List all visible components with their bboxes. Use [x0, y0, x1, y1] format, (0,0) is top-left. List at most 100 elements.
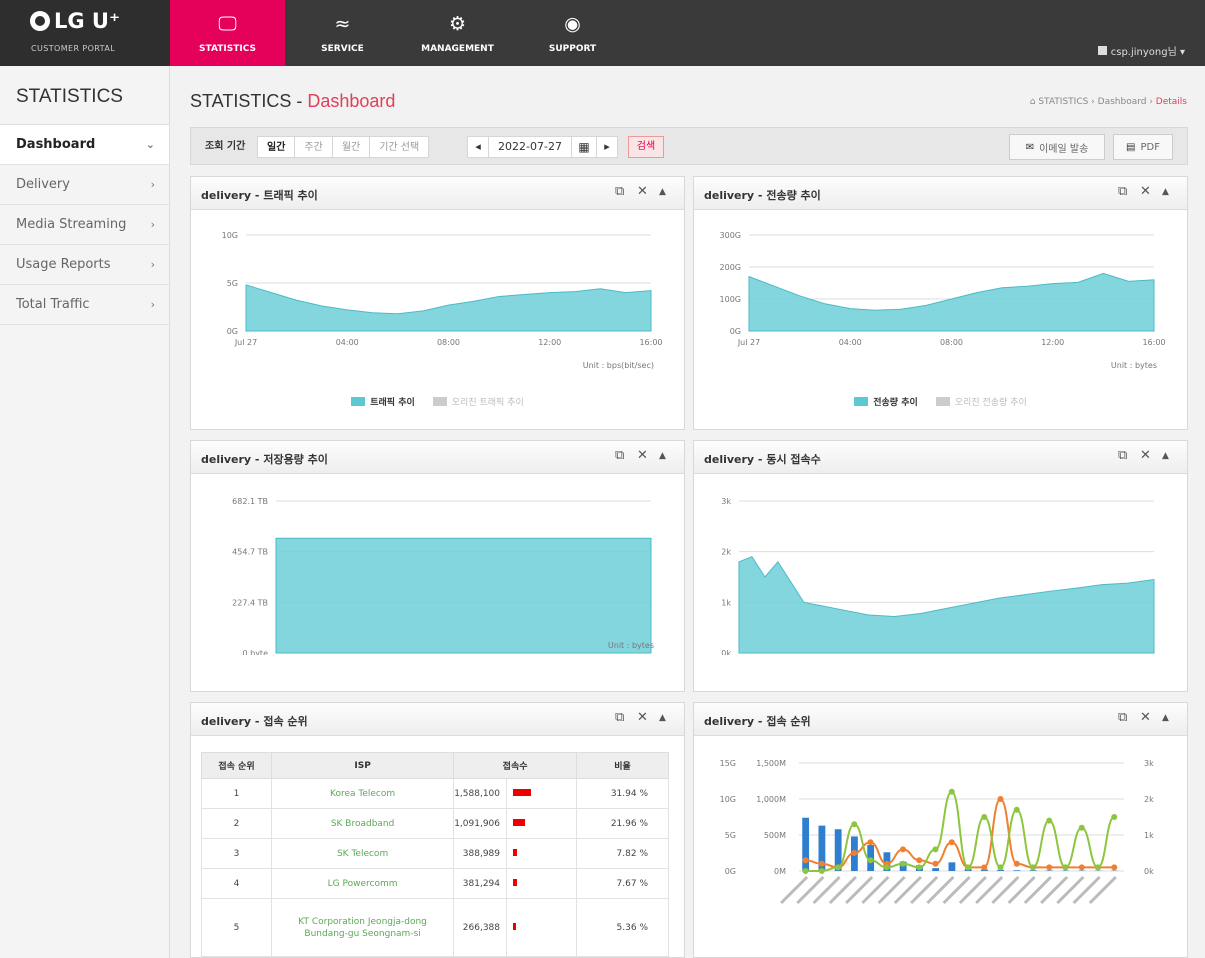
- search-bar: 조회 기간 일간 주간 월간 기간 선택 ◂ 2022-07-27 ▦ ▸ 검색…: [190, 127, 1188, 165]
- close-icon[interactable]: ✕: [637, 184, 648, 199]
- panel-title: delivery - 트래픽 추이: [201, 189, 318, 202]
- green-series-point: [867, 857, 874, 864]
- popout-icon[interactable]: ⧉: [615, 710, 624, 725]
- rank-cell: 1: [201, 778, 272, 809]
- y-tick-label: 682.1 TB: [232, 497, 268, 506]
- x-tick-label: 16:00: [639, 338, 662, 347]
- percent-cell: 31.94 %: [576, 778, 669, 809]
- x-tick-label: 12:00: [538, 338, 561, 347]
- panel-ranking-table: delivery - 접속 순위 ⧉ ✕ ▲ 접속 순위 ISP 접속수 비율 …: [190, 702, 685, 958]
- pdf-button-label: PDF: [1140, 141, 1160, 153]
- popout-icon[interactable]: ⧉: [615, 184, 624, 199]
- user-menu[interactable]: csp.jinyong님 ▾: [1097, 43, 1185, 58]
- sidebar-title: STATISTICS: [0, 66, 169, 125]
- search-button[interactable]: 검색: [628, 136, 664, 158]
- close-icon[interactable]: ✕: [637, 448, 648, 463]
- area-series: [275, 537, 652, 654]
- tab-monthly[interactable]: 월간: [331, 136, 371, 158]
- close-icon[interactable]: ✕: [1140, 184, 1151, 199]
- logo[interactable]: LG U⁺ CUSTOMER PORTAL: [0, 0, 170, 66]
- y-tick-label: 3k: [1144, 759, 1154, 768]
- breadcrumb: ⌂ STATISTICS › Dashboard › Details: [1030, 97, 1187, 107]
- collapse-icon[interactable]: ▲: [659, 187, 666, 197]
- close-icon[interactable]: ✕: [637, 710, 648, 725]
- panel-transfer: delivery - 전송량 추이 ⧉ ✕ ▲ 0G 100G 200G 300G Ju…: [693, 176, 1188, 430]
- logo-subtitle: CUSTOMER PORTAL: [31, 44, 116, 53]
- tab-range[interactable]: 기간 선택: [369, 136, 430, 158]
- collapse-icon[interactable]: ▲: [659, 451, 666, 461]
- table-row: 4 LG Powercomm 381,294 7.67 %: [201, 868, 669, 899]
- nav-statistics[interactable]: 🖵 STATISTICS: [170, 0, 285, 66]
- count-cell: 1,091,906: [453, 808, 507, 839]
- legend-item[interactable]: 오리진 전송량 추이: [935, 395, 1027, 408]
- isp-link[interactable]: SK Broadband: [270, 808, 455, 839]
- unit-label: Unit : bps(bit/sec): [582, 361, 654, 370]
- sidebar-item-label: Total Traffic: [16, 297, 90, 312]
- orange-series-point: [948, 839, 955, 846]
- lg-logo-icon: [30, 11, 50, 31]
- legend-item[interactable]: 트래픽 추이: [351, 395, 415, 408]
- chevron-down-icon: ⌄: [145, 138, 155, 151]
- collapse-icon[interactable]: ▲: [659, 713, 666, 723]
- popout-icon[interactable]: ⧉: [1118, 184, 1127, 199]
- tab-daily[interactable]: 일간: [257, 136, 296, 158]
- collapse-icon[interactable]: ▲: [1162, 451, 1169, 461]
- sidebar-item-dashboard[interactable]: Dashboard ⌄: [0, 125, 169, 165]
- nav-service[interactable]: ≈ SERVICE: [285, 0, 400, 66]
- user-icon: [1097, 46, 1107, 55]
- y-tick-label: 454.7 TB: [232, 548, 268, 557]
- x-tick-label: 08:00: [940, 338, 963, 347]
- y-tick-label: 2k: [721, 548, 731, 557]
- orange-series-point: [981, 864, 988, 871]
- close-icon[interactable]: ✕: [1140, 448, 1151, 463]
- sidebar-item-total-traffic[interactable]: Total Traffic ›: [0, 285, 169, 325]
- green-series-point: [883, 864, 890, 871]
- date-field[interactable]: 2022-07-27: [488, 136, 572, 158]
- y-tick-label: 227.4 TB: [232, 598, 268, 607]
- nav-management[interactable]: ⚙ MANAGEMENT: [400, 0, 515, 66]
- isp-link[interactable]: Korea Telecom: [270, 778, 455, 809]
- panel-header: delivery - 저장용량 추이 ⧉ ✕ ▲: [191, 441, 684, 474]
- next-date-button[interactable]: ▸: [596, 136, 618, 158]
- email-button-label: 이메일 발송: [1039, 143, 1089, 155]
- isp-link[interactable]: SK Telecom: [270, 838, 455, 869]
- prev-date-button[interactable]: ◂: [467, 136, 489, 158]
- panel-traffic: delivery - 트래픽 추이 ⧉ ✕ ▲ 0G 5G 10G Jul 27 04:…: [190, 176, 685, 430]
- collapse-icon[interactable]: ▲: [1162, 187, 1169, 197]
- popout-icon[interactable]: ⧉: [1118, 710, 1127, 725]
- page-title: STATISTICS - Dashboard: [190, 91, 395, 112]
- green-series-point: [1046, 817, 1053, 824]
- isp-link[interactable]: KT Corporation Jeongja-dong Bundang-gu S…: [270, 898, 455, 957]
- legend-swatch: [351, 397, 366, 406]
- breadcrumb-path[interactable]: ⌂ STATISTICS › Dashboard ›: [1030, 97, 1156, 107]
- share-bar: [513, 878, 518, 886]
- legend-item[interactable]: 오리진 트래픽 추이: [432, 395, 524, 408]
- sidebar-item-delivery[interactable]: Delivery ›: [0, 165, 169, 205]
- popout-icon[interactable]: ⧉: [1118, 448, 1127, 463]
- isp-link[interactable]: LG Powercomm: [270, 868, 455, 899]
- nav-support[interactable]: ◉ SUPPORT: [515, 0, 630, 66]
- orange-series-point: [818, 860, 825, 867]
- y-tick-label: 500M: [764, 831, 786, 840]
- share-bar-cell: [506, 838, 577, 869]
- pdf-button[interactable]: ▤ PDF: [1113, 134, 1173, 160]
- x-tick-label: Jul 27: [737, 338, 760, 347]
- main-content: STATISTICS - Dashboard ⌂ STATISTICS › Da…: [170, 66, 1205, 958]
- percent-cell: 21.96 %: [576, 808, 669, 839]
- popout-icon[interactable]: ⧉: [615, 448, 624, 463]
- legend-label: 오리진 트래픽 추이: [451, 398, 524, 408]
- monitor-icon: 🖵: [218, 13, 237, 35]
- x-tick-label: 12:00: [1041, 338, 1064, 347]
- sidebar-item-usage-reports[interactable]: Usage Reports ›: [0, 245, 169, 285]
- sidebar-item-media-streaming[interactable]: Media Streaming ›: [0, 205, 169, 245]
- calendar-icon[interactable]: ▦: [571, 136, 597, 158]
- legend-item[interactable]: 전송량 추이: [854, 395, 918, 408]
- y-tick-label: 0 byte: [242, 649, 268, 655]
- tab-weekly[interactable]: 주간: [294, 136, 333, 158]
- collapse-icon[interactable]: ▲: [1162, 713, 1169, 723]
- close-icon[interactable]: ✕: [1140, 710, 1151, 725]
- panel-header: delivery - 접속 순위 ⧉ ✕ ▲: [694, 703, 1187, 736]
- chart-line-icon: ≈: [334, 13, 351, 35]
- email-button[interactable]: ✉ 이메일 발송: [1009, 134, 1105, 160]
- count-cell: 266,388: [453, 898, 507, 957]
